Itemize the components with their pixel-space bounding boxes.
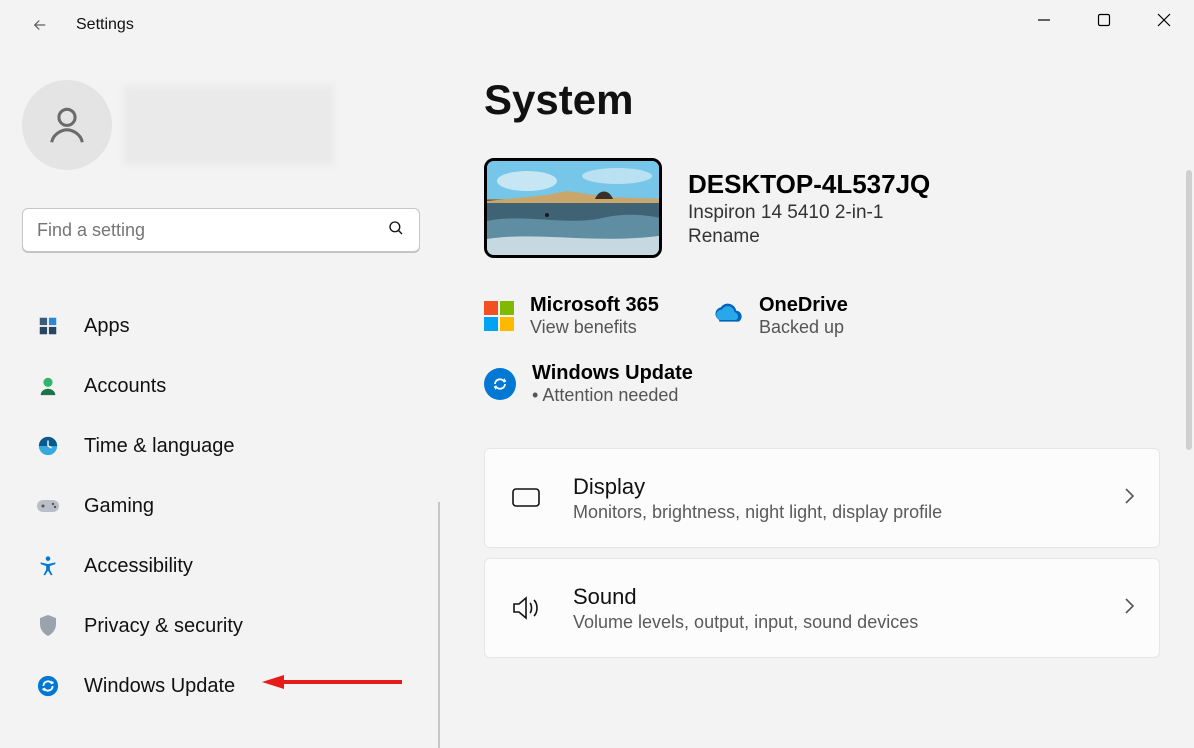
device-row: DESKTOP-4L537JQ Inspiron 14 5410 2-in-1 … bbox=[484, 158, 1164, 258]
status-sub: View benefits bbox=[530, 317, 659, 338]
device-name: DESKTOP-4L537JQ bbox=[688, 169, 930, 200]
nav-list: Apps Accounts Time & language Gaming Acc… bbox=[22, 296, 418, 716]
sidebar-item-privacy-security[interactable]: Privacy & security bbox=[22, 596, 418, 656]
maximize-button[interactable] bbox=[1074, 0, 1134, 40]
page-title: System bbox=[484, 76, 1164, 124]
window-controls bbox=[1014, 0, 1194, 40]
sidebar-item-apps[interactable]: Apps bbox=[22, 296, 418, 356]
update-icon bbox=[34, 672, 62, 700]
nav-label: Accounts bbox=[84, 375, 166, 398]
search-input[interactable] bbox=[37, 220, 387, 241]
nav-label: Accessibility bbox=[84, 555, 193, 578]
microsoft-logo-icon bbox=[484, 301, 514, 331]
main-content: System DESKTOP-4L537JQ Inspiron 14 5410 bbox=[440, 50, 1194, 715]
onedrive-icon bbox=[709, 302, 743, 331]
sidebar-item-gaming[interactable]: Gaming bbox=[22, 476, 418, 536]
nav-label: Time & language bbox=[84, 435, 234, 458]
minimize-button[interactable] bbox=[1014, 0, 1074, 40]
sidebar-item-accounts[interactable]: Accounts bbox=[22, 356, 418, 416]
avatar bbox=[22, 80, 112, 170]
annotation-arrow bbox=[262, 672, 402, 692]
scrollbar-main[interactable] bbox=[1186, 170, 1192, 450]
accounts-icon bbox=[34, 372, 62, 400]
device-info: DESKTOP-4L537JQ Inspiron 14 5410 2-in-1 … bbox=[688, 169, 930, 248]
profile-info bbox=[124, 85, 334, 165]
status-title: OneDrive bbox=[759, 294, 848, 317]
sidebar-item-accessibility[interactable]: Accessibility bbox=[22, 536, 418, 596]
nav-label: Apps bbox=[84, 315, 130, 338]
status-sub: • Attention needed bbox=[532, 385, 693, 406]
card-sub: Monitors, brightness, night light, displ… bbox=[573, 502, 1123, 523]
status-onedrive[interactable]: OneDrive Backed up bbox=[709, 294, 848, 338]
close-button[interactable] bbox=[1134, 0, 1194, 40]
status-title: Windows Update bbox=[532, 362, 693, 385]
card-sound[interactable]: Sound Volume levels, output, input, soun… bbox=[484, 558, 1160, 658]
search-box[interactable] bbox=[22, 208, 420, 252]
nav-label: Privacy & security bbox=[84, 615, 243, 638]
time-icon bbox=[34, 432, 62, 460]
chevron-right-icon bbox=[1123, 487, 1135, 510]
chevron-right-icon bbox=[1123, 597, 1135, 620]
status-grid: Microsoft 365 View benefits OneDrive Bac… bbox=[484, 294, 1164, 406]
nav-label: Windows Update bbox=[84, 675, 235, 698]
status-windows-update[interactable]: Windows Update • Attention needed bbox=[484, 362, 1164, 406]
desktop-preview[interactable] bbox=[484, 158, 662, 258]
card-display[interactable]: Display Monitors, brightness, night ligh… bbox=[484, 448, 1160, 548]
update-icon bbox=[484, 368, 516, 400]
settings-cards: Display Monitors, brightness, night ligh… bbox=[484, 448, 1164, 658]
shield-icon bbox=[34, 612, 62, 640]
status-sub: Backed up bbox=[759, 317, 848, 338]
app-title: Settings bbox=[76, 16, 134, 34]
apps-icon bbox=[34, 312, 62, 340]
status-m365[interactable]: Microsoft 365 View benefits bbox=[484, 294, 659, 338]
sidebar-item-time-language[interactable]: Time & language bbox=[22, 416, 418, 476]
profile-block[interactable] bbox=[22, 80, 418, 170]
search-icon bbox=[387, 219, 405, 242]
display-icon bbox=[509, 486, 543, 510]
card-title: Sound bbox=[573, 584, 1123, 610]
status-title: Microsoft 365 bbox=[530, 294, 659, 317]
rename-link[interactable]: Rename bbox=[688, 226, 930, 248]
sidebar: Apps Accounts Time & language Gaming Acc… bbox=[0, 50, 440, 715]
sound-icon bbox=[509, 595, 543, 621]
device-model: Inspiron 14 5410 2-in-1 bbox=[688, 202, 930, 224]
card-sub: Volume levels, output, input, sound devi… bbox=[573, 612, 1123, 633]
gaming-icon bbox=[34, 492, 62, 520]
nav-label: Gaming bbox=[84, 495, 154, 518]
accessibility-icon bbox=[34, 552, 62, 580]
card-title: Display bbox=[573, 474, 1123, 500]
back-button[interactable] bbox=[24, 9, 56, 41]
